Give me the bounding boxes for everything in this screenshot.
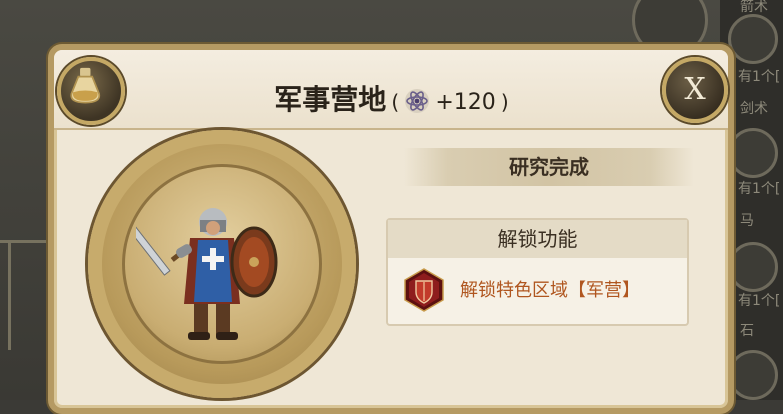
tech-node-icon (728, 128, 778, 178)
research-complete-banner: 研究完成 (404, 148, 694, 186)
knight-soldier-illustration (136, 208, 278, 340)
unlock-features-box: 解锁功能 解锁特色区域【军营】 (386, 218, 689, 326)
bg-tech-label: 有1个[ (738, 293, 781, 309)
reward-paren-close: ) (500, 90, 509, 114)
bg-tech-label: 石 (740, 323, 754, 339)
bg-tech-label: 马 (740, 213, 754, 229)
science-atom-icon (405, 89, 430, 113)
potion-flask-badge (57, 57, 125, 125)
tech-tree-connector (8, 240, 11, 350)
unlock-item[interactable]: 解锁特色区域【军营】 (402, 268, 677, 312)
flask-icon (70, 67, 101, 104)
unlock-item-label: 解锁特色区域【军营】 (460, 280, 640, 301)
tech-name: 军事营地 (274, 83, 387, 116)
close-button[interactable]: X (662, 57, 728, 123)
unlock-features-header: 解锁功能 (388, 220, 687, 258)
tech-node-icon (728, 242, 778, 292)
bg-tech-label: 箭术 (740, 0, 768, 15)
tech-node-icon (728, 350, 778, 400)
red-shield-icon (404, 268, 444, 312)
bg-tech-label: 有1个[ (738, 181, 781, 197)
reward-paren-open: ( (391, 90, 400, 114)
science-reward-value: +120 (435, 90, 496, 115)
tech-node-icon (728, 14, 778, 64)
